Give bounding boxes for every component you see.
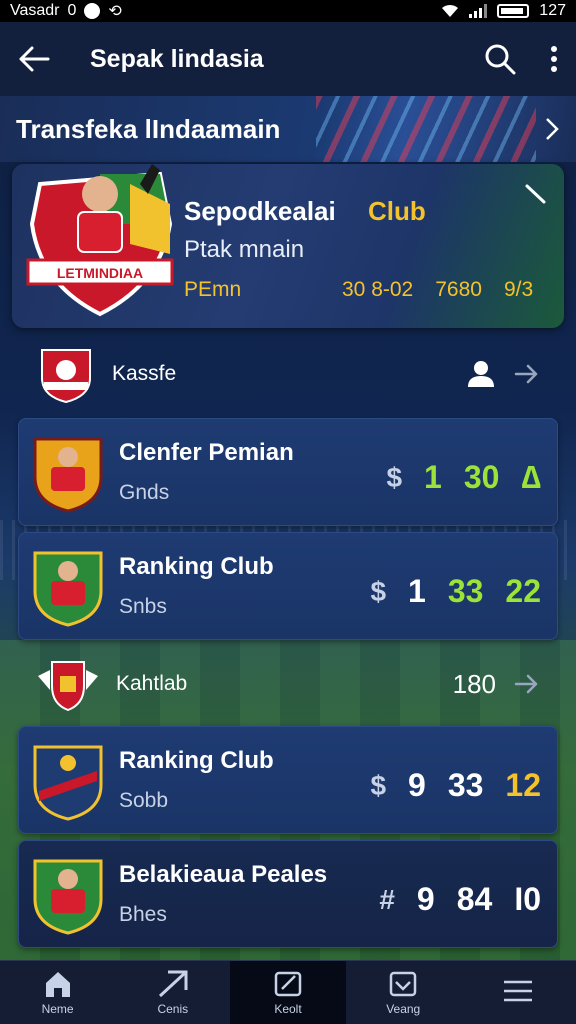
player-crest-icon	[33, 437, 103, 513]
player-crest-icon	[33, 859, 103, 935]
card-title: Clenfer Pemian	[119, 439, 294, 466]
nav-home[interactable]: Neme	[0, 961, 115, 1024]
search-icon[interactable]	[484, 43, 516, 75]
banner-title: Transfeka lIndaamain	[16, 113, 281, 144]
player-name: Sepodkealai	[184, 196, 336, 226]
send-icon	[158, 970, 188, 997]
card-subtitle: Snbs	[119, 595, 167, 618]
club-crest-icon: LETMINDIAA	[26, 164, 174, 317]
stat-prefix: #	[379, 883, 395, 915]
section-label: Kassfe	[112, 362, 177, 385]
player-stat-label: PEmn	[184, 278, 242, 301]
club-crest-icon	[38, 661, 98, 712]
page-title: Sepak lindasia	[90, 44, 264, 73]
more-vert-icon[interactable]	[550, 45, 558, 73]
app-bar: Sepak lindasia	[0, 22, 576, 96]
player-stat-3: 9/3	[503, 278, 534, 301]
transfer-banner[interactable]: Transfeka lIndaamain	[0, 96, 576, 162]
status-time: 127	[539, 2, 566, 19]
player-stats: 30 8-02 7680 9/3	[342, 278, 533, 302]
nav-veang[interactable]: Veang	[346, 961, 461, 1024]
home-icon	[45, 971, 70, 997]
status-icon-a: 0	[67, 2, 77, 19]
section-row-kahtlab[interactable]: Kahtlab 180	[18, 648, 558, 720]
nav-label: Neme	[41, 1001, 74, 1016]
list-item[interactable]: Ranking Club Snbs $ 1 33 22	[18, 532, 558, 640]
arrow-right-icon[interactable]	[514, 363, 540, 385]
nav-label: Veang	[386, 1001, 421, 1016]
section-row-kassfe[interactable]: Kassfe	[18, 338, 558, 410]
nav-keolt[interactable]: Keolt	[230, 961, 346, 1024]
stat-prefix: $	[370, 575, 387, 607]
card-stats: $ 9 33 12	[370, 767, 541, 804]
stat-value-2: 33	[447, 767, 484, 803]
bottom-navigation: Neme Cenis Keolt Veang	[0, 960, 576, 1024]
signal-icon	[469, 4, 488, 18]
nav-label: Cenis	[157, 1001, 189, 1016]
card-stats: $ 1 33 22	[370, 573, 541, 610]
card-subtitle: Bhes	[119, 903, 167, 926]
stat-value-3: I0	[514, 881, 541, 917]
nav-cenis[interactable]: Cenis	[115, 961, 230, 1024]
card-subtitle: Gnds	[119, 481, 170, 504]
nav-label: Keolt	[274, 1001, 302, 1016]
stat-value-1: 1	[424, 459, 442, 495]
crest-text: LETMINDIAA	[57, 265, 143, 281]
rotate-icon: ⟲	[108, 3, 122, 20]
inbox-icon	[389, 971, 417, 996]
section-label: Kahtlab	[116, 672, 188, 695]
player-stat-1: 30 8-02	[342, 278, 414, 301]
stat-value-3: ∆	[521, 459, 541, 495]
card-subtitle: Sobb	[119, 789, 169, 812]
list-item[interactable]: Belakieaua Peales Bhes # 9 84 I0	[18, 840, 558, 948]
wifi-icon	[442, 4, 459, 17]
player-crest-icon	[33, 551, 103, 627]
nav-menu[interactable]	[461, 961, 576, 1024]
stat-value-2: 30	[463, 459, 500, 495]
menu-icon	[504, 980, 533, 1001]
stat-value-2: 84	[456, 881, 493, 917]
card-title: Ranking Club	[119, 553, 274, 580]
player-subtitle: Ptak mnain	[184, 236, 305, 263]
expand-icon[interactable]	[524, 182, 548, 206]
stat-prefix: $	[370, 769, 387, 801]
battery-icon	[497, 4, 530, 18]
list-item[interactable]: Clenfer Pemian Gnds $ 1 30 ∆	[18, 418, 558, 526]
carrier-text: Vasadr	[10, 2, 60, 19]
player-stat-2: 7680	[435, 278, 482, 301]
card-title: Belakieaua Peales	[119, 861, 328, 888]
stat-prefix: $	[386, 461, 403, 493]
stat-value-3: 22	[505, 573, 541, 609]
featured-player-card[interactable]: LETMINDIAA Sepodkealai Club Ptak mnain P…	[12, 164, 564, 328]
stat-value-3: 12	[505, 767, 541, 803]
section-value: 180	[452, 668, 496, 699]
back-arrow-icon[interactable]	[18, 45, 50, 73]
club-crest-icon	[41, 349, 91, 404]
location-icon	[84, 3, 101, 19]
club-crest-icon	[33, 745, 103, 821]
chevron-right-icon	[546, 118, 559, 140]
stat-value-2: 33	[447, 573, 484, 609]
edit-icon	[274, 971, 302, 996]
stat-value-1: 9	[408, 767, 426, 803]
user-icon[interactable]	[466, 359, 496, 389]
list-item[interactable]: Ranking Club Sobb $ 9 33 12	[18, 726, 558, 834]
card-title: Ranking Club	[119, 747, 274, 774]
card-stats: # 9 84 I0	[379, 881, 541, 918]
stat-value-1: 9	[416, 881, 435, 917]
banner-decoration	[316, 96, 536, 162]
card-stats: $ 1 30 ∆	[386, 459, 541, 496]
player-club-label: Club	[368, 196, 426, 226]
arrow-right-icon[interactable]	[514, 673, 540, 695]
stat-value-1: 1	[408, 573, 426, 609]
status-bar: Vasadr 0 ⟲ 127	[0, 0, 576, 22]
